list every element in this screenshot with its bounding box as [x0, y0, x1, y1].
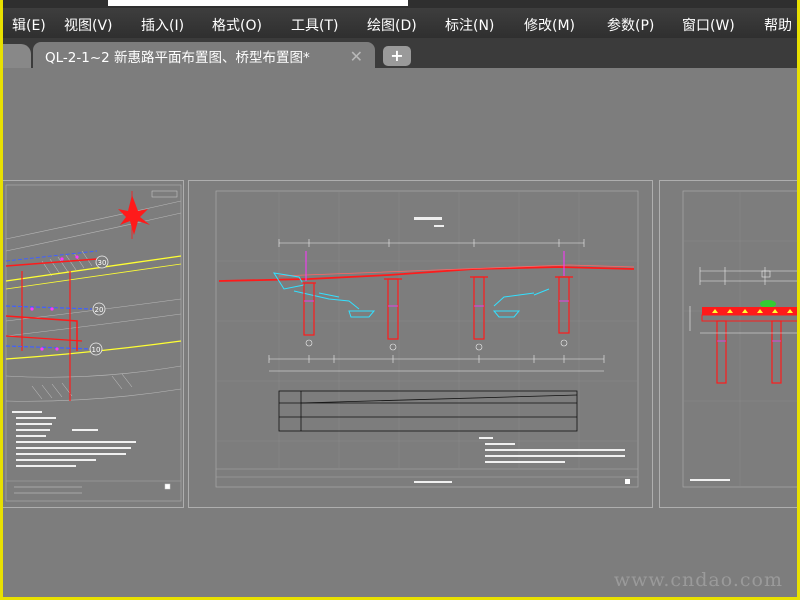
menu-item-3[interactable]: 格式(O)	[212, 15, 262, 35]
layout-sheet-plan[interactable]: 30 20 10	[3, 180, 184, 508]
new-tab-button[interactable]: +	[383, 46, 411, 66]
previous-tab[interactable]	[3, 44, 31, 68]
menu-item-9[interactable]: 窗口(W)	[682, 15, 735, 35]
layout-sheet-elevation[interactable]	[188, 180, 653, 508]
station-label-10: 10	[92, 346, 101, 354]
app-window: 辑(E) 视图(V) 插入(I) 格式(O) 工具(T) 绘图(D) 标注(N) 修改(M) 参…	[3, 0, 797, 597]
menu-item-0[interactable]: 辑(E)	[12, 15, 46, 35]
station-marker-20: 20	[92, 302, 106, 316]
document-tab-title: QL-2-1~2 新惠路平面布置图、桥型布置图*	[45, 50, 310, 66]
menu-item-2[interactable]: 插入(I)	[141, 15, 184, 35]
watermark-text: www.cndao.com	[613, 569, 783, 591]
document-tab-bar: QL-2-1~2 新惠路平面布置图、桥型布置图* ✕ +	[3, 38, 797, 70]
title-search-box[interactable]	[108, 0, 408, 6]
bridge-elevation-drawing	[215, 190, 639, 488]
menu-item-5[interactable]: 绘图(D)	[367, 15, 417, 35]
menu-item-6[interactable]: 标注(N)	[445, 15, 494, 35]
menu-item-7[interactable]: 修改(M)	[524, 15, 575, 35]
menu-item-8[interactable]: 参数(P)	[607, 15, 654, 35]
drawing-canvas[interactable]: 30 20 10 www.cndao.com	[3, 68, 797, 597]
plan-drawing: 30 20 10	[5, 184, 182, 502]
close-icon[interactable]: ✕	[350, 47, 363, 66]
station-label-30: 30	[98, 259, 107, 267]
station-marker-30: 30	[95, 255, 109, 269]
bridge-section-drawing	[682, 190, 797, 488]
north-arrow-icon	[118, 191, 150, 239]
menu-item-4[interactable]: 工具(T)	[291, 15, 338, 35]
station-marker-10: 10	[89, 342, 103, 356]
menu-item-1[interactable]: 视图(V)	[64, 15, 113, 35]
document-tab[interactable]: QL-2-1~2 新惠路平面布置图、桥型布置图* ✕	[33, 42, 375, 70]
layout-sheet-section[interactable]	[659, 180, 797, 508]
menu-bar: 辑(E) 视图(V) 插入(I) 格式(O) 工具(T) 绘图(D) 标注(N) 修改(M) 参…	[3, 8, 797, 38]
menu-item-10[interactable]: 帮助	[764, 15, 792, 35]
station-label-20: 20	[95, 306, 104, 314]
